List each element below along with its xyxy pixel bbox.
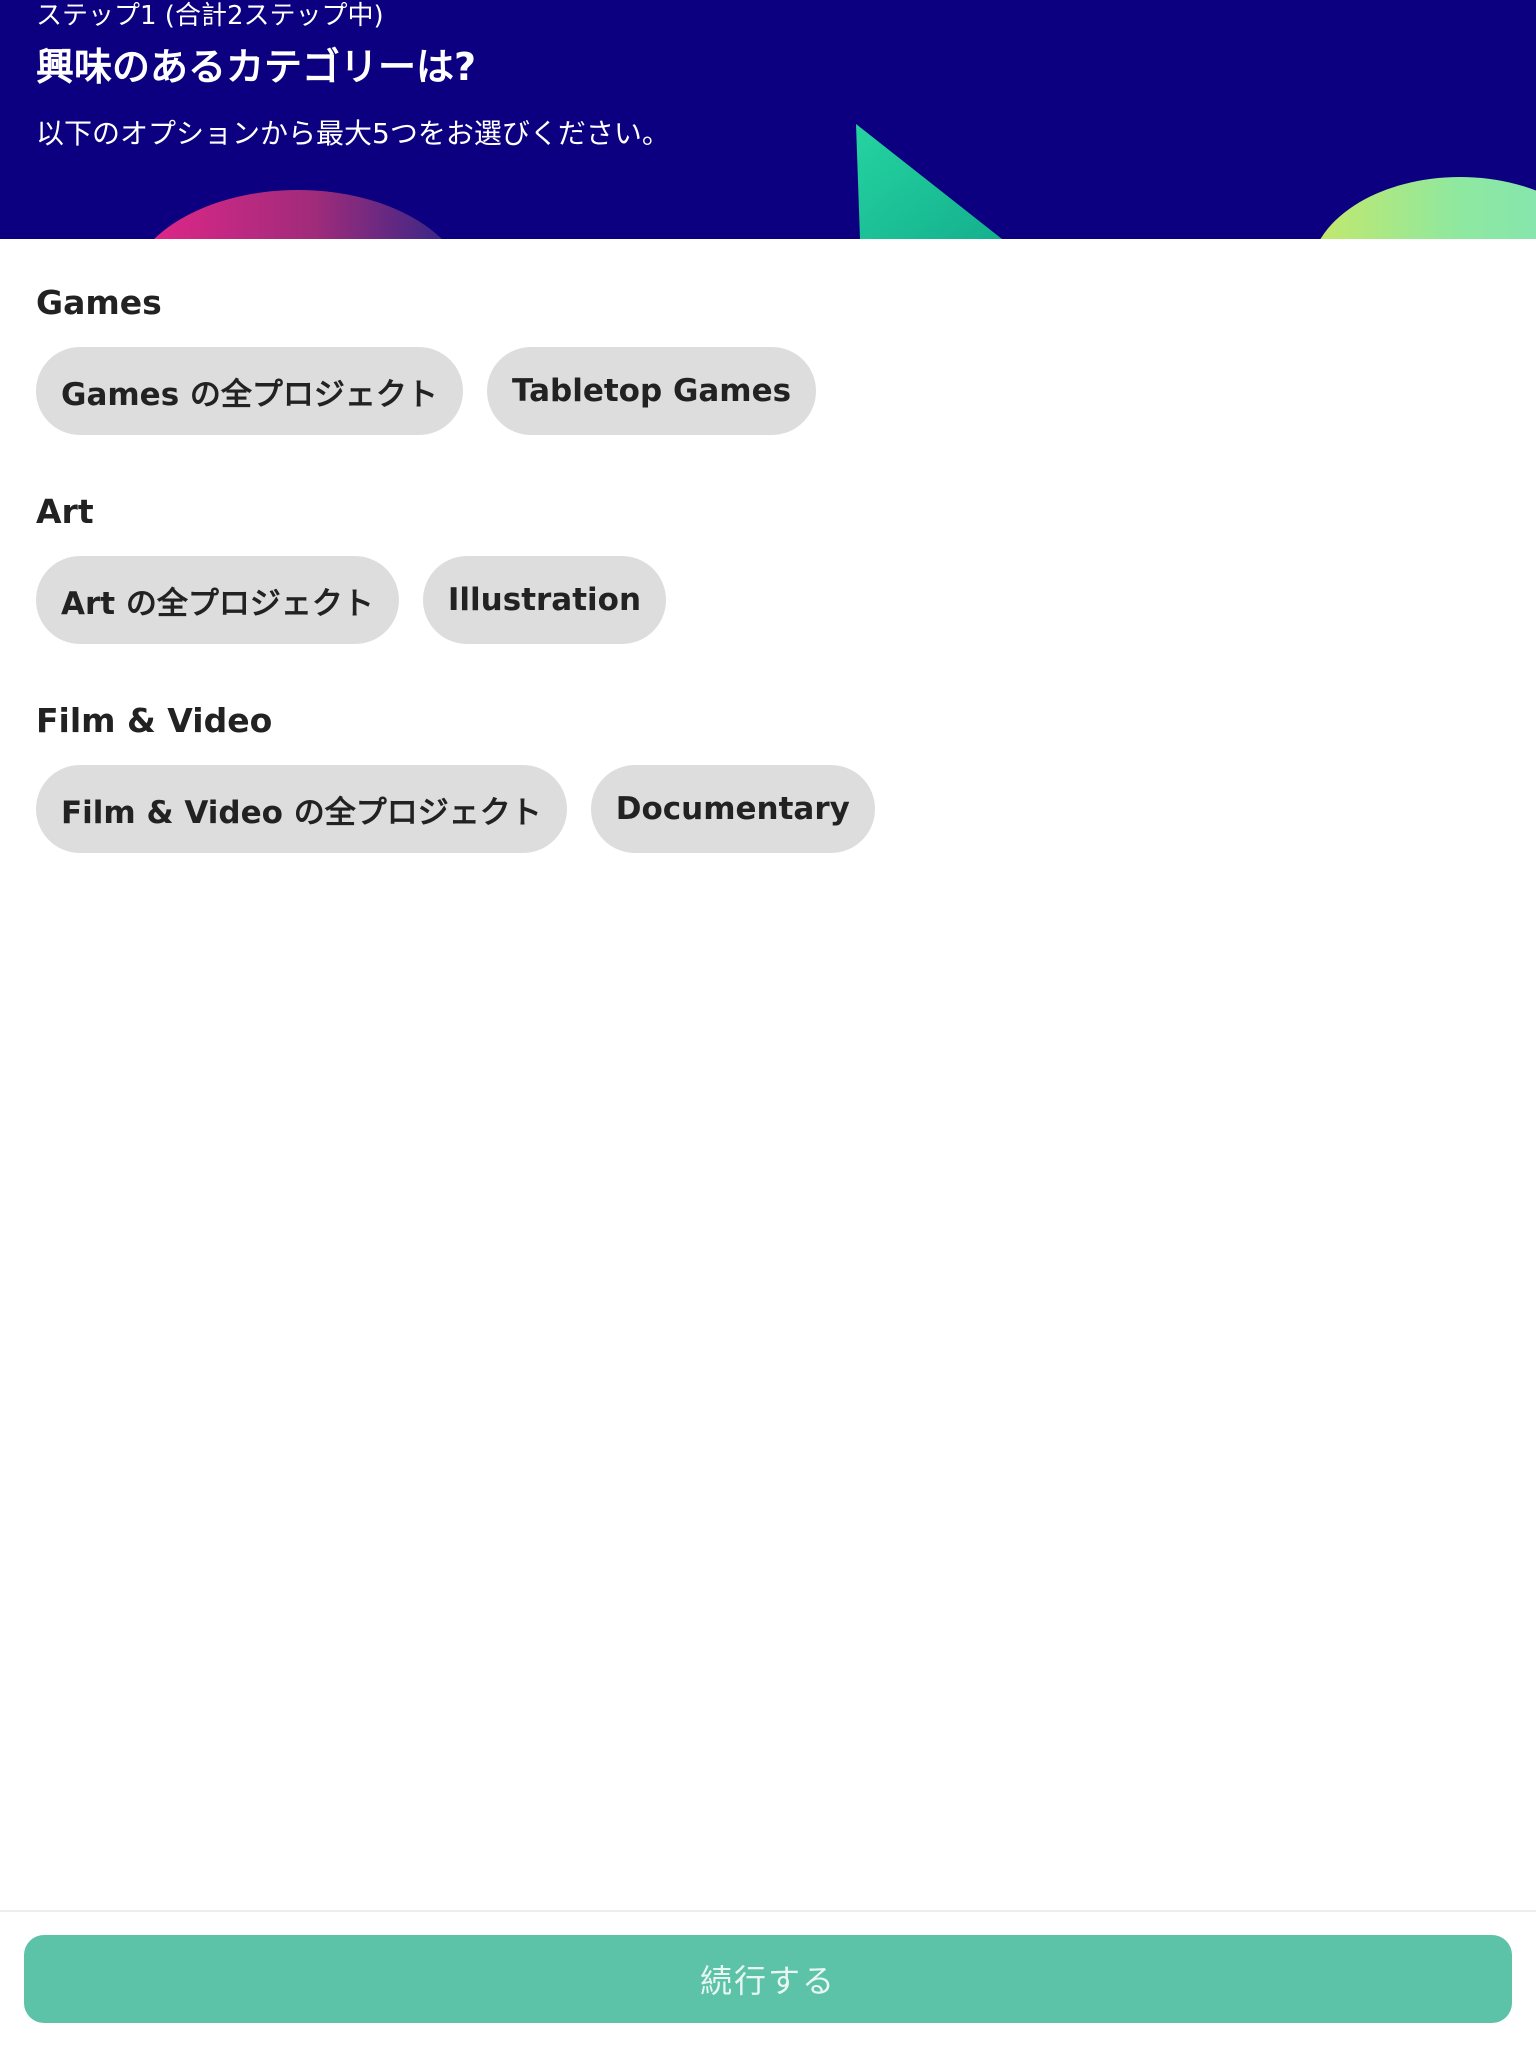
page-title: 興味のあるカテゴリーは? <box>36 45 477 89</box>
category-section-art: Art Art の全プロジェクト Illustration <box>36 492 667 644</box>
header-banner: ステップ1 (合計2ステップ中) 興味のあるカテゴリーは? 以下のオプションから… <box>0 0 1536 239</box>
chip-illustration[interactable]: Illustration <box>422 556 667 644</box>
chip-group: Art の全プロジェクト Illustration <box>36 556 667 644</box>
chip-art-all[interactable]: Art の全プロジェクト <box>36 556 399 644</box>
step-indicator: ステップ1 (合計2ステップ中) <box>36 1 384 31</box>
page-subtitle: 以下のオプションから最大5つをお選びください。 <box>36 117 670 150</box>
section-heading: Games <box>36 283 162 322</box>
chip-film-video-all[interactable]: Film & Video の全プロジェクト <box>36 765 567 853</box>
section-heading: Film & Video <box>36 701 273 740</box>
chip-games-all[interactable]: Games の全プロジェクト <box>36 347 463 435</box>
chip-group: Film & Video の全プロジェクト Documentary <box>36 765 875 853</box>
onboarding-page: ステップ1 (合計2ステップ中) 興味のあるカテゴリーは? 以下のオプションから… <box>0 0 1536 2048</box>
chip-documentary[interactable]: Documentary <box>590 765 875 853</box>
chip-group: Games の全プロジェクト Tabletop Games <box>36 347 817 435</box>
footer-divider <box>0 1910 1536 1912</box>
category-section-games: Games Games の全プロジェクト Tabletop Games <box>36 283 817 435</box>
section-heading: Art <box>36 492 94 531</box>
continue-button[interactable]: 続行する <box>24 1935 1512 2023</box>
category-section-film-video: Film & Video Film & Video の全プロジェクト Docum… <box>36 701 875 853</box>
chip-tabletop-games[interactable]: Tabletop Games <box>486 347 817 435</box>
